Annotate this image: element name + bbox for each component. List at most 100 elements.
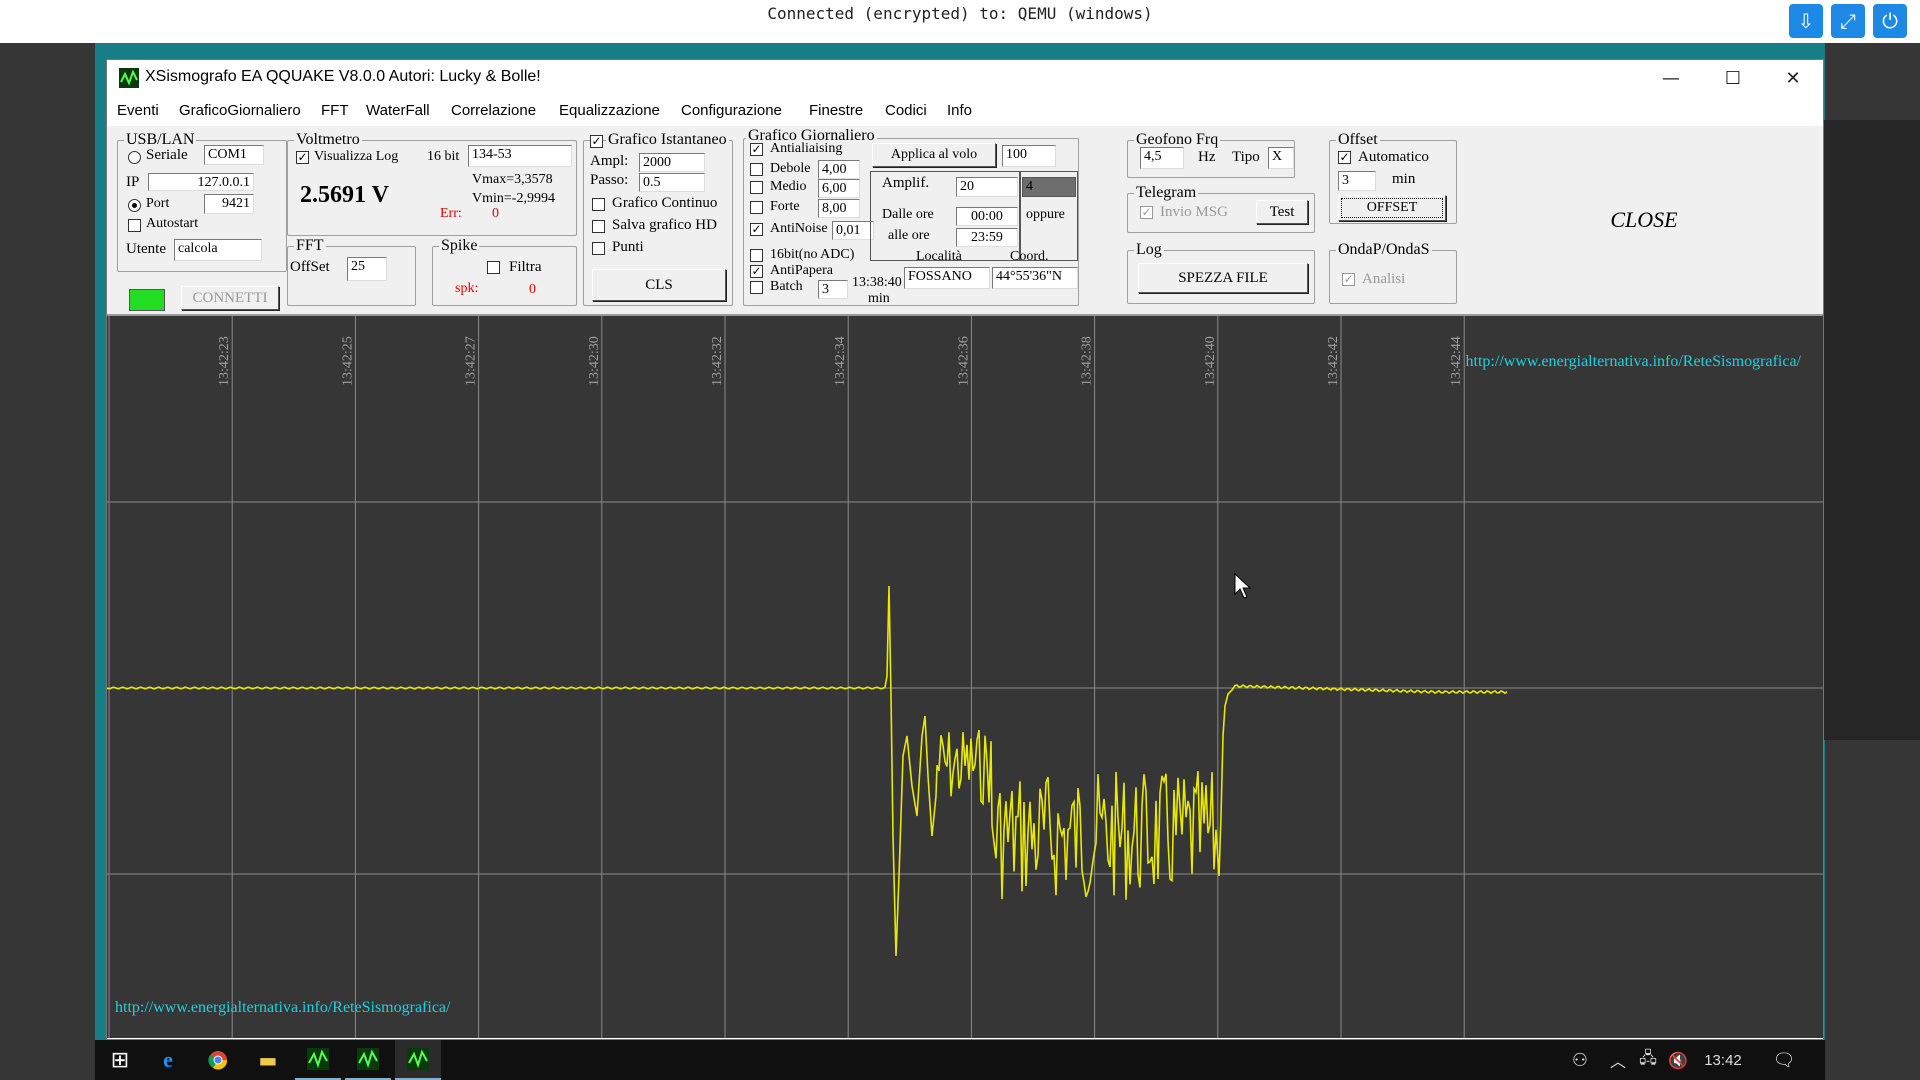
control-panel: USB/LAN Seriale COM1 IP 127.0.0.1 Port 9… xyxy=(107,126,1823,316)
antinoise-input[interactable]: 0,01 xyxy=(832,221,874,240)
medio-input[interactable]: 6,00 xyxy=(818,179,860,198)
download-icon[interactable]: ⇩ xyxy=(1789,4,1823,38)
dalle-input[interactable]: 00:00 xyxy=(956,207,1018,226)
offset-button[interactable]: OFFSET xyxy=(1338,195,1446,221)
amplif-alt-input[interactable]: 4 xyxy=(1022,177,1076,197)
time-tick-label: 13:42:21 xyxy=(107,336,109,386)
time-tick-label: 13:42:25 xyxy=(340,336,355,386)
xsismografo-taskbar-icon-3[interactable] xyxy=(395,1040,441,1080)
menu-equalizzazione[interactable]: Equalizzazione xyxy=(559,102,660,119)
localita-label: Località xyxy=(916,249,962,264)
medio-label: Medio xyxy=(770,179,807,194)
debole-label: Debole xyxy=(770,161,811,176)
medio-checkbox[interactable] xyxy=(750,181,763,194)
menu-correlazione[interactable]: Correlazione xyxy=(451,102,536,119)
test-button[interactable]: Test xyxy=(1256,200,1308,224)
spezza-file-button[interactable]: SPEZZA FILE xyxy=(1138,263,1308,293)
ip-input[interactable]: 127.0.0.1 xyxy=(148,173,254,191)
fft-offset-input[interactable]: 25 xyxy=(347,257,387,281)
close-window-button[interactable]: ✕ xyxy=(1763,60,1823,96)
geofono-frq-input[interactable]: 4,5 xyxy=(1140,147,1184,169)
batch-input[interactable]: 3 xyxy=(818,280,848,299)
autostart-checkbox[interactable] xyxy=(128,219,141,232)
taskbar-clock[interactable]: 13:42 xyxy=(1695,1040,1751,1080)
utente-input[interactable]: calcola xyxy=(174,239,262,261)
onda-group: OndaP/OndaS ✓ Analisi xyxy=(1329,241,1457,304)
spike-group: Spike Filtra spk: 0 xyxy=(432,237,577,306)
app-window: XSismografo EA QQUAKE V8.0.0 Autori: Luc… xyxy=(106,59,1824,1040)
power-icon[interactable]: ⏻ xyxy=(1873,4,1907,38)
invio-checkbox[interactable]: ✓ xyxy=(1140,206,1153,219)
seriale-radio[interactable] xyxy=(128,151,141,164)
continuo-checkbox[interactable] xyxy=(592,198,605,211)
coord-input[interactable]: 44°55'36"N xyxy=(992,267,1078,289)
menu-waterfall[interactable]: WaterFall xyxy=(366,102,430,119)
localita-input[interactable]: FOSSANO xyxy=(904,267,990,289)
amplif-input[interactable]: 20 xyxy=(956,177,1018,197)
applica-input[interactable]: 100 xyxy=(1002,145,1056,167)
maximize-button[interactable]: ☐ xyxy=(1703,60,1763,96)
xsismografo-taskbar-icon-2[interactable] xyxy=(345,1040,391,1080)
menu-graficogiornaliero[interactable]: GraficoGiornaliero xyxy=(179,102,301,119)
ip-label: IP xyxy=(126,174,140,190)
applica-button[interactable]: Applica al volo xyxy=(872,143,996,167)
log-group: Log SPEZZA FILE xyxy=(1127,241,1315,304)
menu-info[interactable]: Info xyxy=(947,102,972,119)
desktop-decoration xyxy=(1823,120,1920,740)
connetti-button[interactable]: CONNETTI xyxy=(181,286,279,310)
antialias-checkbox[interactable]: ✓ xyxy=(750,143,763,156)
fft-group: FFT OffSet 25 xyxy=(287,237,416,306)
title-bar: XSismografo EA QQUAKE V8.0.0 Autori: Luc… xyxy=(107,60,1823,96)
cls-button[interactable]: CLS xyxy=(592,269,726,301)
port-input[interactable]: 9421 xyxy=(204,194,254,214)
edge-icon[interactable]: e xyxy=(145,1040,191,1080)
voltmetro-label: Voltmetro xyxy=(294,131,362,149)
passo-input[interactable]: 0.5 xyxy=(639,173,705,192)
offset-min-input[interactable]: 3 xyxy=(1338,171,1376,191)
filtra-checkbox[interactable] xyxy=(487,261,500,274)
batch-checkbox[interactable] xyxy=(750,281,763,294)
xsismografo-taskbar-icon-1[interactable] xyxy=(295,1040,341,1080)
port-label: Port xyxy=(146,196,170,211)
istantaneo-label: Grafico Istantaneo xyxy=(606,131,729,149)
alle-input[interactable]: 23:59 xyxy=(956,228,1018,247)
menu-configurazione[interactable]: Configurazione xyxy=(681,102,782,119)
utente-label: Utente xyxy=(126,241,166,257)
menu-codici[interactable]: Codici xyxy=(885,102,927,119)
volt-input[interactable]: 134-53 xyxy=(468,145,572,167)
port-radio[interactable] xyxy=(128,199,141,212)
fullscreen-icon[interactable]: ⤢ xyxy=(1831,4,1865,38)
menu-eventi[interactable]: Eventi xyxy=(117,102,159,119)
close-app-button[interactable]: CLOSE xyxy=(1465,126,1823,314)
ampl-input[interactable]: 2000 xyxy=(639,153,705,172)
debole-checkbox[interactable] xyxy=(750,163,763,176)
adc-checkbox[interactable] xyxy=(750,249,763,262)
time-tick-label: 13:42:44 xyxy=(1449,336,1464,386)
antinoise-checkbox[interactable]: ✓ xyxy=(750,223,763,236)
mouse-cursor-icon xyxy=(1234,572,1252,599)
antipapera-checkbox[interactable]: ✓ xyxy=(750,265,763,278)
forte-input[interactable]: 8,00 xyxy=(818,199,860,218)
notifications-icon[interactable]: 🗨 xyxy=(1761,1040,1807,1080)
start-icon[interactable]: ⊞ xyxy=(97,1040,143,1080)
time-tick-label: 13:42:34 xyxy=(833,336,848,386)
forte-checkbox[interactable] xyxy=(750,201,763,214)
automatico-checkbox[interactable]: ✓ xyxy=(1338,151,1351,164)
salva-label: Salva grafico HD xyxy=(612,217,717,233)
time-tick-label: 13:42:32 xyxy=(710,336,725,386)
minimize-button[interactable]: — xyxy=(1641,60,1701,96)
time-tick-label: 13:42:23 xyxy=(217,336,232,386)
menu-fft[interactable]: FFT xyxy=(321,102,349,119)
chrome-icon[interactable] xyxy=(195,1040,241,1080)
file-explorer-icon[interactable]: ▬ xyxy=(245,1040,291,1080)
debole-input[interactable]: 4,00 xyxy=(818,160,860,179)
menu-finestre[interactable]: Finestre xyxy=(809,102,863,119)
tipo-input[interactable]: X xyxy=(1268,147,1294,169)
analisi-checkbox[interactable]: ✓ xyxy=(1342,273,1355,286)
vislog-checkbox[interactable]: ✓ xyxy=(296,151,309,164)
istantaneo-checkbox[interactable]: ✓ xyxy=(590,135,603,148)
fft-label: FFT xyxy=(294,237,326,255)
punti-checkbox[interactable] xyxy=(592,242,605,255)
salva-checkbox[interactable] xyxy=(592,220,605,233)
com-input[interactable]: COM1 xyxy=(204,145,264,165)
